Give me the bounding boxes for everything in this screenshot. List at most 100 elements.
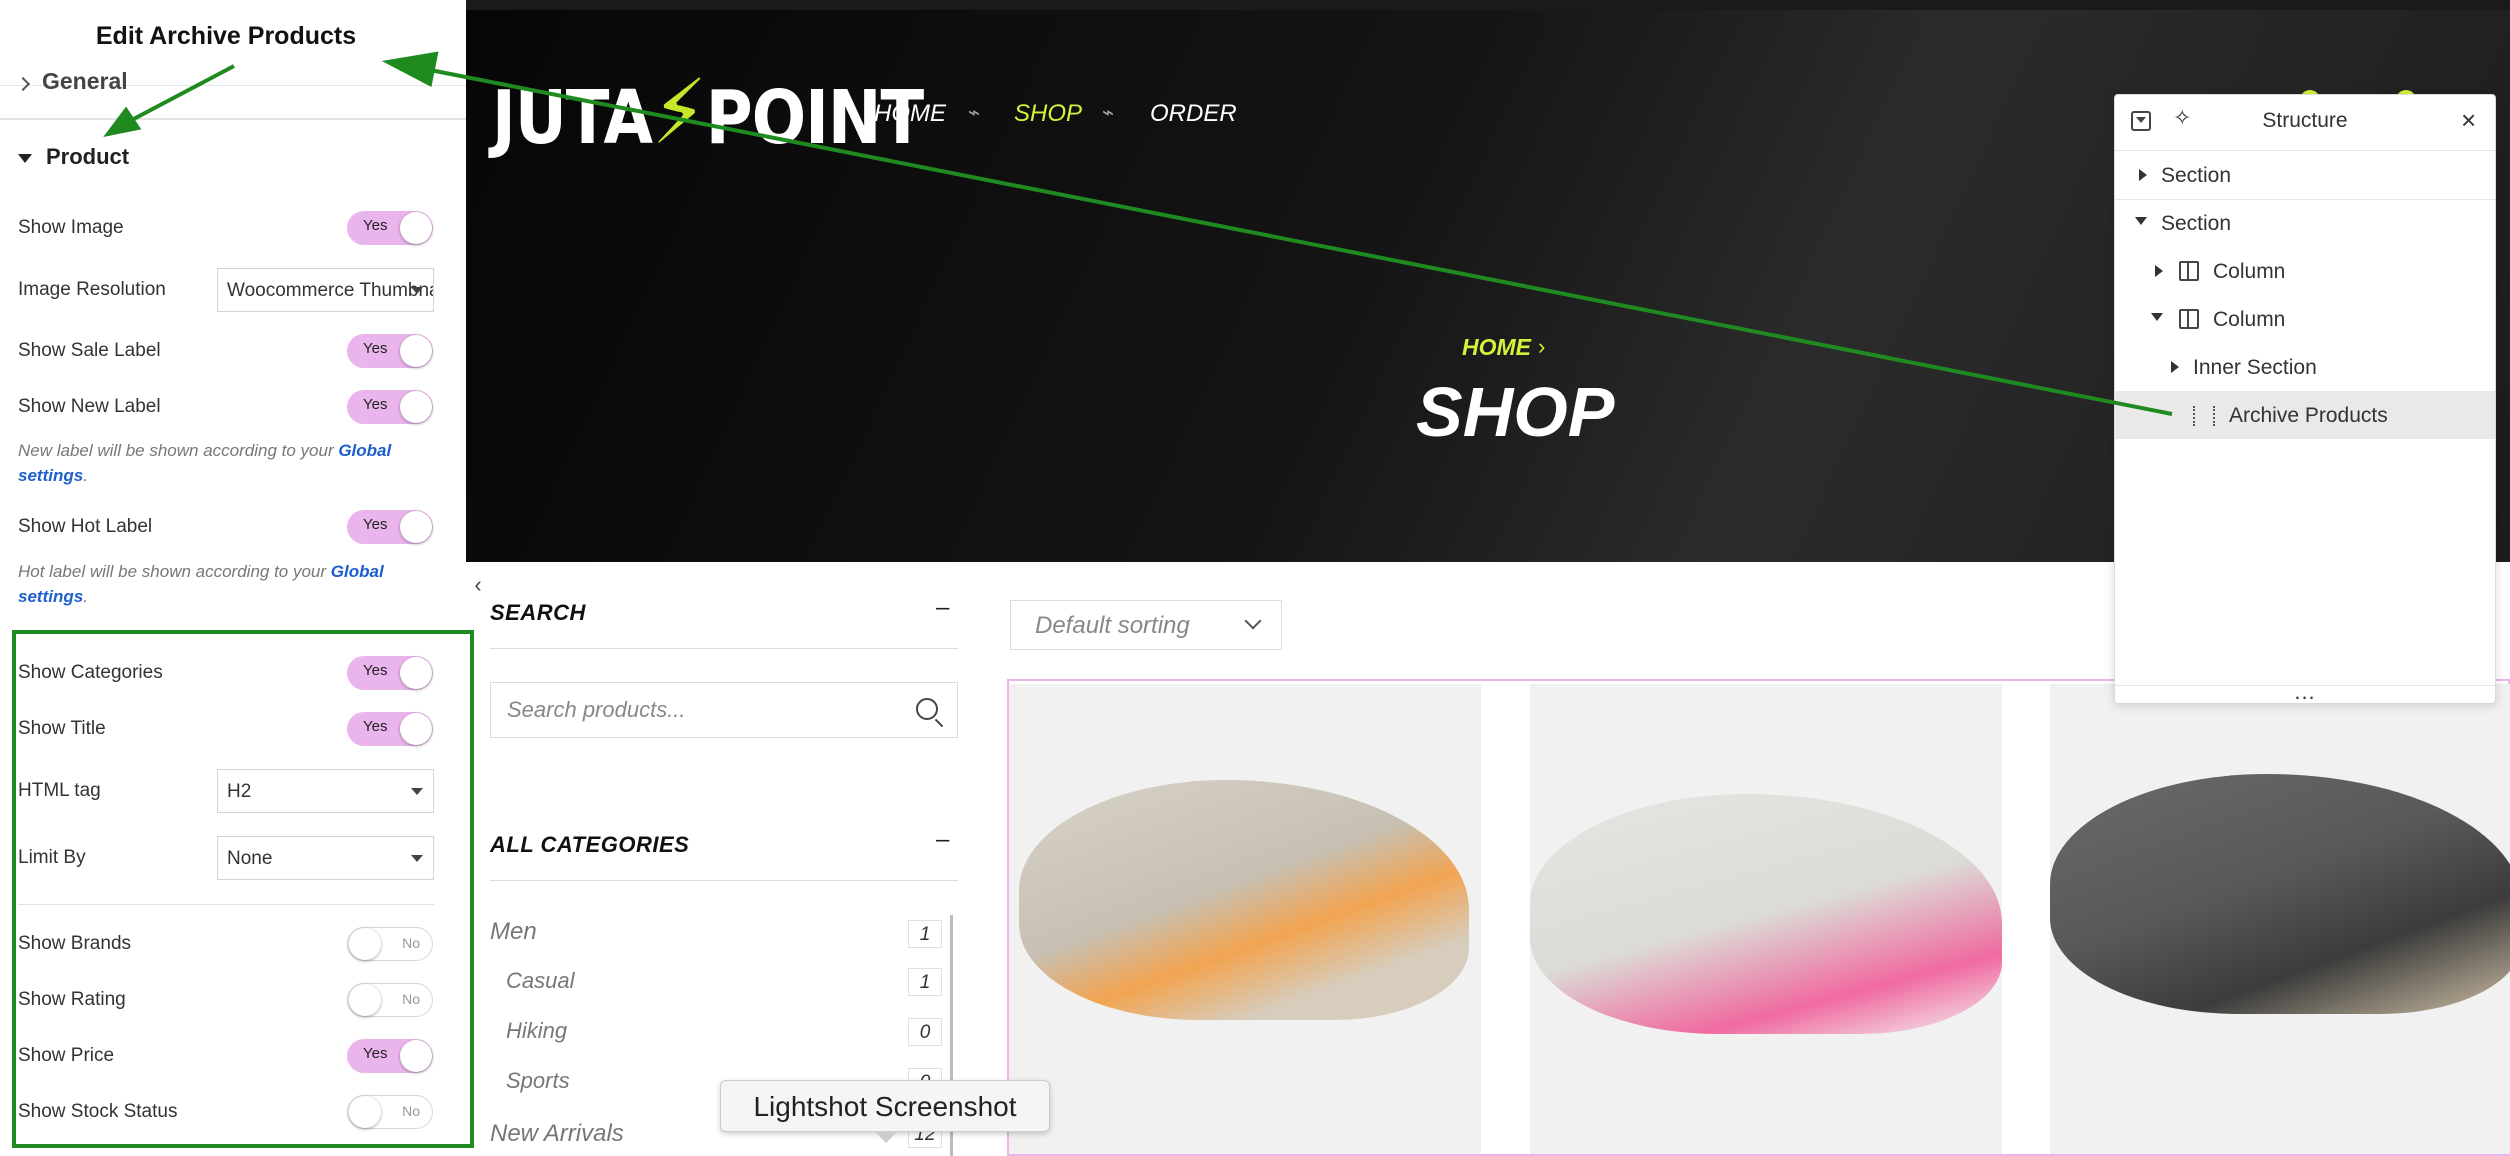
category-count: 1 bbox=[908, 920, 942, 948]
column-icon bbox=[2179, 309, 2199, 329]
divider bbox=[490, 880, 958, 881]
toggle-value: Yes bbox=[363, 516, 388, 533]
structure-item-label: Column bbox=[2213, 260, 2286, 283]
sorting-select[interactable]: Default sorting bbox=[1010, 600, 1282, 650]
annotation-highlight-box bbox=[12, 630, 474, 1148]
note-text: New label will be shown according to you… bbox=[18, 441, 339, 460]
category-item[interactable]: New Arrivals bbox=[490, 1120, 624, 1148]
structure-item-section[interactable]: Section bbox=[2115, 151, 2495, 199]
tooltip: Lightshot Screenshot bbox=[720, 1080, 1050, 1132]
divider bbox=[490, 648, 958, 649]
section-product-label: Product bbox=[46, 144, 130, 169]
structure-item-column[interactable]: Column bbox=[2115, 247, 2495, 295]
structure-item-section[interactable]: Section bbox=[2115, 199, 2495, 247]
toggle-knob bbox=[400, 212, 432, 244]
image-resolution-select[interactable]: Woocommerce Thumbnail bbox=[217, 268, 434, 312]
structure-title: Structure bbox=[2262, 109, 2348, 132]
section-general[interactable]: General bbox=[15, 68, 128, 95]
toggle-value: Yes bbox=[363, 217, 388, 234]
image-resolution-label: Image Resolution bbox=[18, 279, 166, 300]
section-general-label: General bbox=[42, 68, 128, 94]
search-widget-title: SEARCH bbox=[490, 600, 586, 625]
resize-handle[interactable]: ... bbox=[2115, 679, 2495, 705]
admin-strip bbox=[466, 0, 2510, 10]
product-image[interactable] bbox=[1530, 794, 2002, 1034]
breadcrumb-home[interactable]: HOME bbox=[1462, 334, 1531, 361]
structure-item-column[interactable]: Column bbox=[2115, 295, 2495, 343]
structure-item-label: Section bbox=[2161, 164, 2232, 187]
nav-home[interactable]: HOME bbox=[874, 100, 946, 128]
search-field[interactable] bbox=[490, 682, 958, 738]
category-count: 0 bbox=[908, 1018, 942, 1046]
show-sale-label-label: Show Sale Label bbox=[18, 340, 161, 361]
show-hot-label-toggle[interactable]: Yes bbox=[347, 510, 433, 544]
select-value: Woocommerce Thumbnail bbox=[227, 280, 434, 301]
category-item[interactable]: Men bbox=[490, 918, 537, 946]
new-label-note: New label will be shown according to you… bbox=[18, 438, 418, 488]
category-item[interactable]: Sports bbox=[506, 1068, 570, 1094]
show-new-label-toggle[interactable]: Yes bbox=[347, 390, 433, 424]
chevron-down-icon bbox=[1244, 612, 1262, 630]
nav-order[interactable]: ORDER bbox=[1150, 100, 1237, 128]
caret-down-icon bbox=[18, 153, 32, 163]
chevron-right-icon bbox=[15, 76, 31, 92]
collapse-minus-icon[interactable]: – bbox=[936, 594, 949, 622]
collapse-minus-icon[interactable]: – bbox=[936, 826, 949, 854]
structure-panel: ✧ Structure × Section Section Column Col… bbox=[2114, 94, 2496, 704]
toggle-value: Yes bbox=[363, 340, 388, 357]
toggle-value: Yes bbox=[363, 396, 388, 413]
structure-item-label: Archive Products bbox=[2229, 404, 2388, 427]
caret-right-icon bbox=[2155, 265, 2163, 277]
bird-logo-icon: ⚡ bbox=[652, 61, 707, 165]
show-hot-label-label: Show Hot Label bbox=[18, 516, 153, 537]
structure-item-label: Column bbox=[2213, 308, 2286, 331]
note-text: Hot label will be shown according to you… bbox=[18, 562, 331, 581]
show-image-label: Show Image bbox=[18, 217, 124, 238]
toggle-knob bbox=[400, 335, 432, 367]
search-icon[interactable] bbox=[916, 698, 938, 720]
category-count: 1 bbox=[908, 968, 942, 996]
sorting-value: Default sorting bbox=[1035, 612, 1190, 639]
column-icon bbox=[2179, 261, 2199, 281]
show-image-toggle[interactable]: Yes bbox=[347, 211, 433, 245]
section-product[interactable]: Product bbox=[18, 144, 129, 170]
structure-item-archive-products[interactable]: Archive Products bbox=[2115, 391, 2495, 439]
logo-text-left: JUTA bbox=[492, 76, 653, 162]
caret-down-icon bbox=[411, 287, 423, 294]
structure-item-label: Inner Section bbox=[2193, 356, 2317, 379]
categories-widget-title: ALL CATEGORIES bbox=[490, 832, 690, 857]
product-card[interactable] bbox=[2050, 684, 2510, 1154]
product-card[interactable] bbox=[1530, 684, 2002, 1154]
note-end: . bbox=[83, 466, 88, 485]
widget-icon bbox=[2193, 406, 2215, 426]
caret-down-icon bbox=[2151, 313, 2163, 321]
structure-item-inner-section[interactable]: Inner Section bbox=[2115, 343, 2495, 391]
collapse-panel-button[interactable]: ‹ bbox=[466, 564, 490, 606]
caret-down-icon bbox=[2135, 217, 2147, 225]
product-image[interactable] bbox=[2050, 774, 2510, 1014]
note-end: . bbox=[83, 587, 88, 606]
nav-shop[interactable]: SHOP bbox=[1014, 100, 1082, 128]
toggle-knob bbox=[400, 511, 432, 543]
hot-label-note: Hot label will be shown according to you… bbox=[18, 559, 418, 609]
category-item[interactable]: Casual bbox=[506, 968, 574, 994]
caret-right-icon bbox=[2171, 361, 2179, 373]
site-logo[interactable]: JUTA⚡POINT bbox=[492, 61, 924, 165]
show-sale-label-toggle[interactable]: Yes bbox=[347, 334, 433, 368]
chevron-right-icon: › bbox=[1538, 334, 1546, 359]
search-input[interactable] bbox=[491, 683, 957, 737]
nav-separator: ⌁ bbox=[1102, 102, 1115, 124]
show-new-label-label: Show New Label bbox=[18, 396, 161, 417]
nav-separator: ⌁ bbox=[968, 102, 981, 124]
panel-title: Edit Archive Products bbox=[95, 22, 357, 50]
product-image[interactable] bbox=[1019, 780, 1469, 1020]
toggle-knob bbox=[400, 391, 432, 423]
caret-right-icon bbox=[2139, 169, 2147, 181]
page-title: SHOP bbox=[1416, 373, 1615, 451]
product-card[interactable] bbox=[1009, 684, 1481, 1154]
divider bbox=[0, 118, 466, 120]
tooltip-tail bbox=[874, 1131, 898, 1143]
close-icon[interactable]: × bbox=[2461, 105, 2476, 136]
structure-item-label: Section bbox=[2161, 212, 2232, 235]
category-item[interactable]: Hiking bbox=[506, 1018, 567, 1044]
